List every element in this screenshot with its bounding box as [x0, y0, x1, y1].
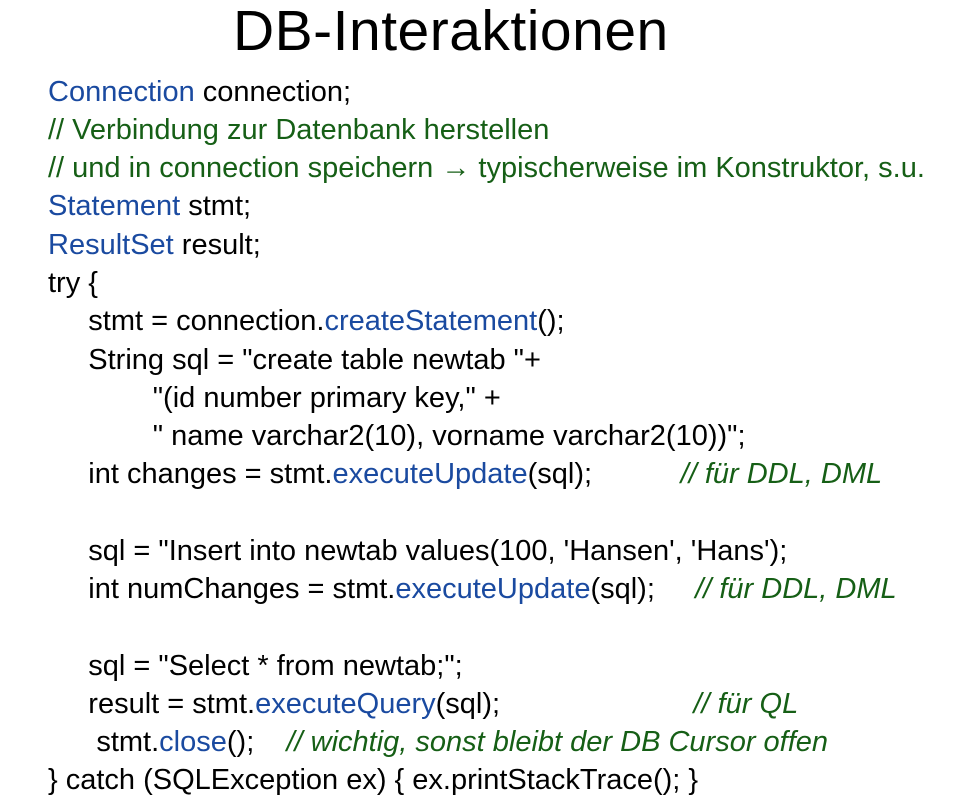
code-text: (sql);: [528, 458, 681, 490]
comment-inline: // für DDL, DML: [681, 458, 882, 490]
arrow-icon: →: [441, 152, 470, 184]
method-executeUpdate: executeUpdate: [395, 573, 590, 605]
code-text: result;: [174, 229, 261, 261]
code-text: stmt.: [48, 726, 159, 758]
code-text: "(id number primary key," +: [48, 382, 501, 414]
comment-inline: // für DDL, DML: [695, 573, 896, 605]
type-connection: Connection: [48, 76, 195, 108]
method-executeUpdate: executeUpdate: [333, 458, 528, 490]
code-text: int numChanges = stmt.: [48, 573, 395, 605]
code-text: sql = "Select * from newtab;";: [48, 650, 463, 682]
code-text: (sql);: [436, 688, 694, 720]
slide: DB-Interaktionen Connection connection; …: [0, 0, 960, 799]
method-executeQuery: executeQuery: [255, 688, 436, 720]
code-text: ();: [537, 305, 564, 337]
code-text: } catch (SQLException ex) { ex.printStac…: [48, 764, 698, 796]
method-createStatement: createStatement: [324, 305, 537, 337]
code-text: (sql);: [590, 573, 695, 605]
comment-inline: // wichtig, sonst bleibt der DB Cursor o…: [286, 726, 828, 758]
comment-line: typischerweise im Konstruktor, s.u.: [470, 152, 925, 184]
slide-title: DB-Interaktionen: [233, 0, 912, 63]
code-text: connection;: [195, 76, 351, 108]
code-text: stmt;: [180, 190, 251, 222]
code-text: stmt = connection.: [48, 305, 324, 337]
code-text: String sql = "create table newtab "+: [48, 344, 549, 376]
type-resultset: ResultSet: [48, 229, 174, 261]
method-close: close: [159, 726, 227, 758]
type-statement: Statement: [48, 190, 180, 222]
code-text: try {: [48, 267, 98, 299]
comment-line: // Verbindung zur Datenbank herstellen: [48, 114, 549, 146]
code-text: sql = "Insert into newtab values(100, 'H…: [48, 535, 787, 567]
comment-inline: // für QL: [693, 688, 798, 720]
code-text: ();: [227, 726, 287, 758]
comment-line: // und in connection speichern: [48, 152, 441, 184]
code-block: Connection connection; // Verbindung zur…: [48, 73, 912, 800]
code-text: " name varchar2(10), vorname varchar2(10…: [48, 420, 746, 452]
code-text: int changes = stmt.: [48, 458, 333, 490]
code-text: result = stmt.: [48, 688, 255, 720]
